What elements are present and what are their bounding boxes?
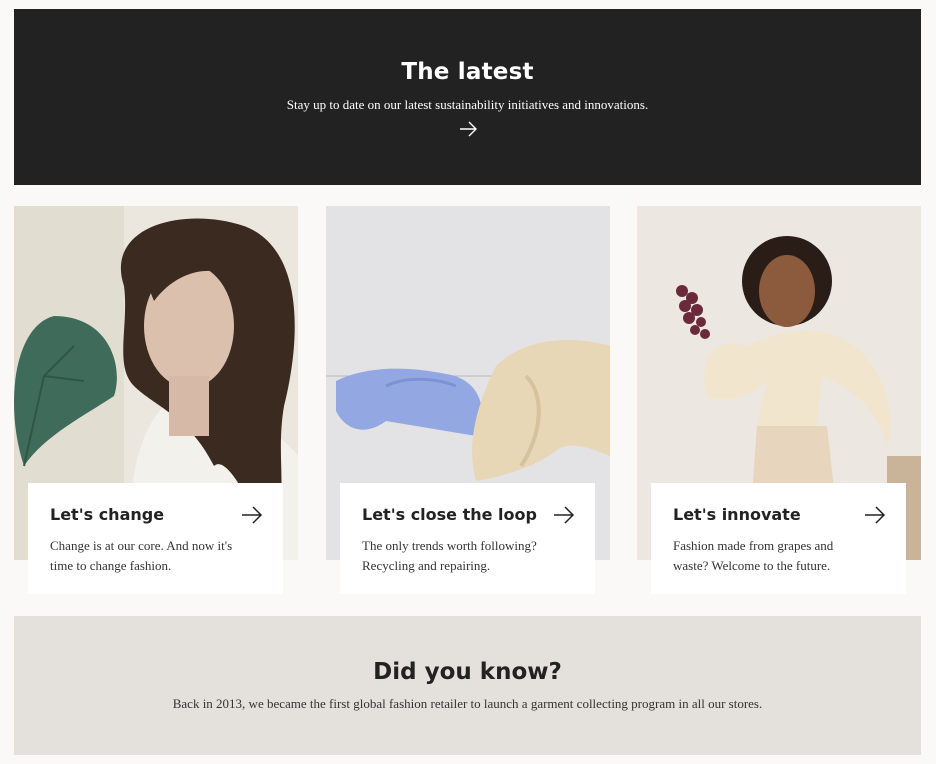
did-you-know-title: Did you know? xyxy=(373,659,562,685)
card-lets-close-the-loop[interactable]: Let's close the loop The only trends wor… xyxy=(326,206,610,596)
card-title: Let's change xyxy=(50,505,165,524)
card-title: Let's innovate xyxy=(673,505,801,524)
card-title: Let's close the loop xyxy=(362,505,537,524)
arrow-right-icon[interactable] xyxy=(553,505,575,525)
card-panel[interactable]: Let's innovate Fashion made from grapes … xyxy=(651,483,906,594)
card-text: The only trends worth following? Recycli… xyxy=(362,538,537,573)
did-you-know-section: Did you know? Back in 2013, we became th… xyxy=(14,616,921,755)
arrow-right-icon[interactable] xyxy=(864,505,886,525)
card-panel[interactable]: Let's change Change is at our core. And … xyxy=(28,483,283,594)
card-text: Change is at our core. And now it's time… xyxy=(50,538,233,573)
latest-subtitle: Stay up to date on our latest sustainabi… xyxy=(286,97,649,112)
arrow-right-icon[interactable] xyxy=(458,119,478,139)
card-lets-change[interactable]: Let's change Change is at our core. And … xyxy=(14,206,298,596)
arrow-right-icon[interactable] xyxy=(241,505,263,525)
latest-banner[interactable]: The latest Stay up to date on our latest… xyxy=(14,9,921,185)
did-you-know-text: Back in 2013, we became the first global… xyxy=(172,696,763,711)
card-text: Fashion made from grapes and waste? Welc… xyxy=(673,538,834,573)
card-panel[interactable]: Let's close the loop The only trends wor… xyxy=(340,483,595,594)
latest-title: The latest xyxy=(401,59,534,85)
card-lets-innovate[interactable]: Let's innovate Fashion made from grapes … xyxy=(637,206,921,596)
